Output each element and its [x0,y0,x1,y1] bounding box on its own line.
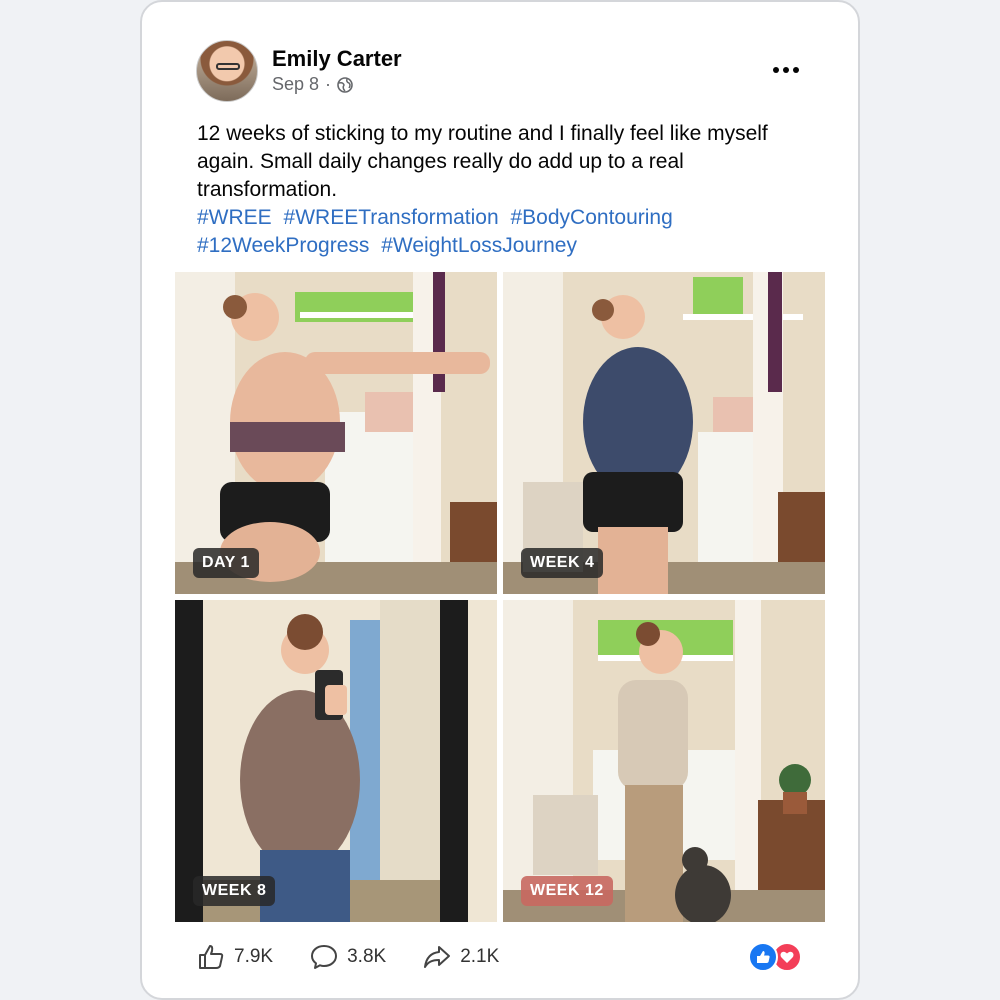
comment-icon [311,945,338,969]
meta-separator: · [325,74,332,94]
comment-count: 3.8K [347,946,387,967]
photo-label: DAY 1 [193,548,259,578]
progress-photo-week-12[interactable]: WEEK 12 [503,600,825,922]
photo-label: WEEK 12 [521,876,613,906]
like-button[interactable]: 7.9K [196,942,273,972]
share-icon [424,946,451,968]
reaction-summary[interactable] [748,942,804,972]
like-count: 7.9K [234,946,274,967]
author-avatar[interactable] [196,40,258,102]
thumbs-up-icon [199,945,224,969]
more-options-button[interactable] [766,56,806,84]
hashtag-link[interactable]: #BodyContouring [511,206,673,229]
share-count: 2.1K [460,946,500,967]
hashtag-link[interactable]: #WeightLossJourney [381,234,577,257]
photo-label: WEEK 4 [521,548,604,578]
dot-icon [773,67,779,73]
like-reaction-icon [748,942,778,972]
post-card: Emily Carter Sep 8 · 12 weeks of stickin… [140,0,860,1000]
progress-photo-week-8[interactable]: WEEK 8 [175,600,497,922]
progress-photo-day-1[interactable]: DAY 1 [175,272,497,594]
progress-photo-week-4[interactable]: WEEK 4 [503,272,825,594]
hashtag-link[interactable]: #12WeekProgress [197,234,369,257]
globe-icon [337,76,353,93]
share-button[interactable]: 2.1K [422,942,499,972]
hashtag-link[interactable]: #WREE [197,206,272,229]
comment-button[interactable]: 3.8K [309,942,386,972]
dot-icon [793,67,799,73]
photo-label: WEEK 8 [193,876,276,906]
post-actions: 7.9K 3.8K 2.1K [196,942,499,972]
author-name[interactable]: Emily Carter [272,46,402,72]
hashtag-link[interactable]: #WREETransformation [284,206,499,229]
post-date[interactable]: Sep 8 [272,74,319,95]
post-text: 12 weeks of sticking to my routine and I… [197,122,768,201]
post-meta: Sep 8 · [272,74,353,95]
hashtag-list: #WREE #WREETransformation #BodyContourin… [197,204,817,260]
dot-icon [783,67,789,73]
